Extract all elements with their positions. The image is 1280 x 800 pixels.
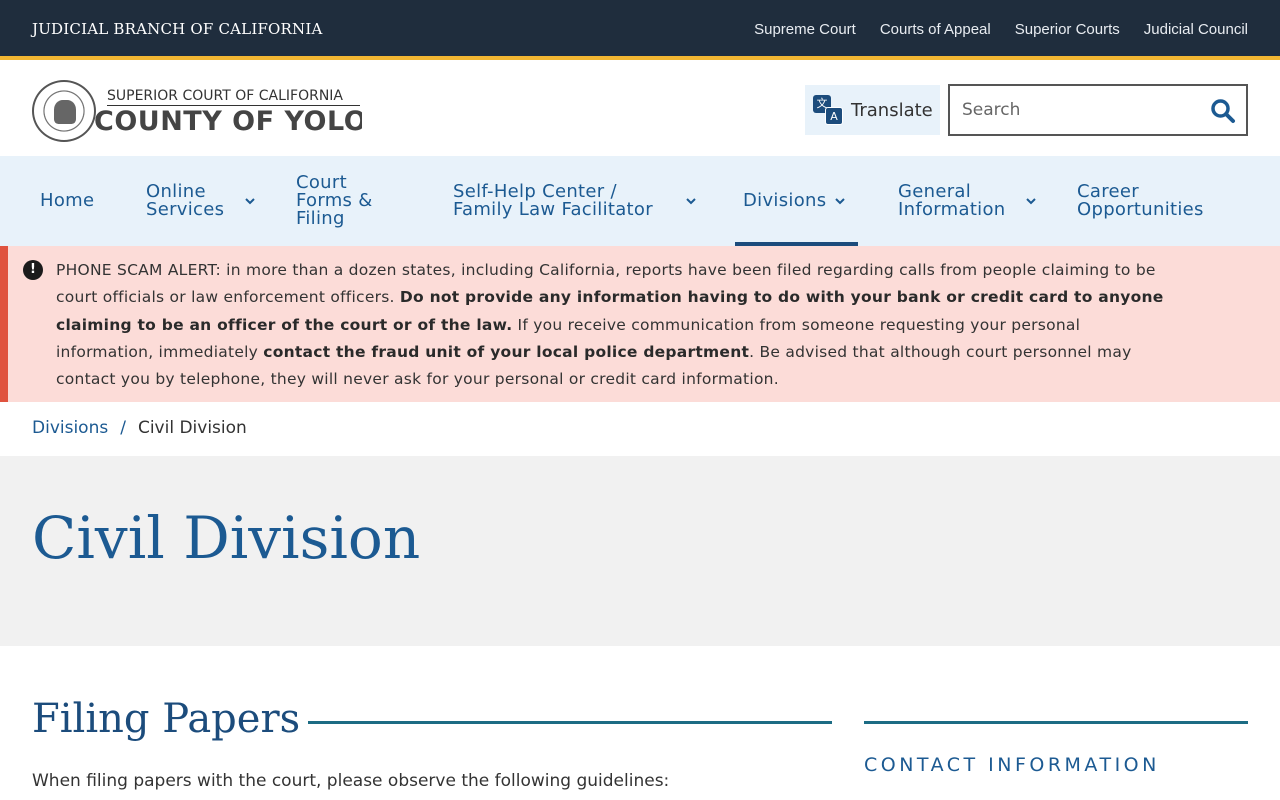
section-divider bbox=[308, 721, 832, 724]
nav-self-help-center[interactable]: Self-Help Center / Family Law Facilitato… bbox=[453, 156, 703, 246]
nav-court-forms-label: Court Forms & Filing bbox=[296, 172, 373, 229]
filing-intro-text: When filing papers with the court, pleas… bbox=[32, 771, 670, 791]
breadcrumb-separator: / bbox=[120, 418, 126, 438]
breadcrumb-current: Civil Division bbox=[137, 418, 247, 438]
translate-button[interactable]: 文A Translate bbox=[805, 85, 940, 135]
search-box bbox=[948, 84, 1248, 136]
nav-divisions-label: Divisions bbox=[743, 190, 827, 211]
top-links: Supreme Court Courts of Appeal Superior … bbox=[754, 21, 1248, 38]
chevron-down-icon bbox=[1026, 198, 1036, 205]
judicial-branch-brand[interactable]: JUDICIAL BRANCH OF CALIFORNIA bbox=[32, 20, 323, 38]
link-superior-courts[interactable]: Superior Courts bbox=[1015, 21, 1120, 38]
section-title-filing-papers: Filing Papers bbox=[32, 696, 301, 742]
phone-scam-alert: ! PHONE SCAM ALERT: in more than a dozen… bbox=[0, 246, 1280, 402]
nav-self-help-label: Self-Help Center / Family Law Facilitato… bbox=[453, 181, 653, 220]
breadcrumb: Divisions / Civil Division bbox=[32, 418, 247, 438]
nav-home[interactable]: Home bbox=[40, 156, 94, 246]
translate-label: Translate bbox=[851, 99, 933, 121]
nav-online-services[interactable]: Online Services bbox=[146, 156, 256, 246]
nav-online-services-label: Online Services bbox=[146, 181, 225, 220]
page-title: Civil Division bbox=[32, 504, 421, 572]
chevron-down-icon bbox=[835, 198, 846, 205]
breadcrumb-divisions[interactable]: Divisions bbox=[32, 418, 108, 438]
exclamation-icon: ! bbox=[23, 260, 43, 280]
logo-line-superior-court[interactable]: SUPERIOR COURT OF CALIFORNIA bbox=[107, 88, 360, 106]
search-icon[interactable] bbox=[1210, 98, 1236, 124]
nav-divisions[interactable]: Divisions bbox=[735, 156, 858, 246]
link-judicial-council[interactable]: Judicial Council bbox=[1144, 21, 1248, 38]
site-header: SUPERIOR COURT OF CALIFORNIA COUNTY OF Y… bbox=[0, 64, 1280, 156]
page-hero: Civil Division bbox=[0, 456, 1280, 646]
top-utility-bar: JUDICIAL BRANCH OF CALIFORNIA Supreme Co… bbox=[0, 0, 1280, 60]
nav-career-label: Career Opportunities bbox=[1077, 181, 1204, 220]
nav-home-label: Home bbox=[40, 190, 95, 211]
nav-general-info-label: General Information bbox=[898, 181, 1006, 220]
court-seal-logo[interactable] bbox=[32, 80, 96, 142]
chevron-down-icon bbox=[245, 198, 255, 205]
link-supreme-court[interactable]: Supreme Court bbox=[754, 21, 856, 38]
contact-information-heading: CONTACT INFORMATION bbox=[864, 754, 1160, 776]
search-input[interactable] bbox=[950, 86, 1200, 134]
logo-line-county[interactable]: COUNTY OF YOLO bbox=[94, 106, 362, 137]
nav-career-opportunities[interactable]: Career Opportunities bbox=[1077, 156, 1217, 246]
sidebar-divider bbox=[864, 721, 1248, 724]
chevron-down-icon bbox=[686, 198, 696, 205]
alert-text: PHONE SCAM ALERT: in more than a dozen s… bbox=[56, 257, 1176, 393]
main-nav: Home Online Services Court Forms & Filin… bbox=[0, 156, 1280, 246]
translate-icon: 文A bbox=[813, 95, 843, 125]
nav-court-forms[interactable]: Court Forms & Filing bbox=[296, 156, 396, 246]
alert-bold-contact: contact the fraud unit of your local pol… bbox=[263, 342, 750, 361]
nav-general-information[interactable]: General Information bbox=[898, 156, 1038, 246]
alert-title: PHONE SCAM ALERT bbox=[56, 261, 216, 279]
link-courts-of-appeal[interactable]: Courts of Appeal bbox=[880, 21, 991, 38]
